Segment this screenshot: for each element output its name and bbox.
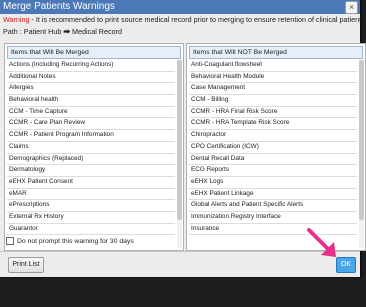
merged-items-list: Actions (Including Recurring Actions) Add…	[7, 60, 175, 236]
list-item: eEHX Patient Consent	[7, 177, 175, 189]
list-item: CCM - Time Capture	[7, 107, 175, 119]
list-item: Chiropractor	[189, 130, 357, 142]
arrow-pointer-icon	[307, 228, 336, 257]
list-item: ePrescriptions	[7, 200, 175, 212]
list-item: Immunization Registry Interface	[189, 212, 357, 224]
list-item: CCMR - HRA Final Risk Score	[189, 107, 357, 119]
merged-items-scrollbar[interactable]	[177, 60, 182, 248]
list-item: Behavioral health	[7, 95, 175, 107]
list-item: Global Alerts and Patient Specific Alert…	[189, 200, 357, 212]
list-item: Anti-Coagulant flowsheet	[189, 60, 357, 72]
scrollbar-thumb[interactable]	[359, 60, 364, 220]
list-item: CCM - Billing	[189, 95, 357, 107]
path-prefix: Path : Patient Hub	[3, 27, 64, 36]
list-item: Demographics (Replaced)	[7, 154, 175, 166]
not-merged-items-panel: Items that Will NOT Be Merged Anti-Coagu…	[186, 43, 366, 251]
list-item: Case Management	[189, 83, 357, 96]
list-item: Dental Recall Data	[189, 154, 357, 166]
list-item: eMAR	[7, 189, 175, 201]
scrollbar-thumb[interactable]	[177, 60, 182, 220]
path-target: Medical Record	[70, 27, 122, 36]
dialog-titlebar: Merge Patients Warnings ×	[0, 0, 360, 14]
warning-label: Warning	[3, 15, 30, 24]
do-not-prompt-checkbox[interactable]	[6, 237, 14, 245]
close-icon[interactable]: ×	[345, 1, 358, 14]
list-item: CPO Certification (ICW)	[189, 142, 357, 154]
list-item: ECG Reports	[189, 165, 357, 177]
merged-items-header: Items that Will Be Merged	[7, 46, 181, 59]
not-merged-items-list: Anti-Coagulant flowsheet Behavioral Healt…	[189, 60, 357, 236]
dialog-title: Merge Patients Warnings	[3, 1, 115, 12]
list-item: Dermatology	[7, 165, 175, 177]
list-item: Additional Notes	[7, 72, 175, 84]
do-not-prompt-label[interactable]: Do not prompt this warning for 30 days	[17, 238, 134, 245]
list-item: eEHX Logs	[189, 177, 357, 189]
warning-message: Warning - It is recommended to print sou…	[3, 15, 366, 24]
list-item: CCMR - HRA Template Risk Score	[189, 118, 357, 131]
not-merged-items-scrollbar[interactable]	[359, 60, 364, 248]
list-item: External Rx History	[7, 212, 175, 224]
merged-items-panel: Items that Will Be Merged Actions (Inclu…	[4, 43, 184, 251]
list-item: Claims	[7, 142, 175, 154]
warning-text: - It is recommended to print source medi…	[29, 15, 366, 24]
list-item: Actions (Including Recurring Actions)	[7, 60, 175, 72]
list-item: CCMR - Patient Program Information	[7, 130, 175, 142]
do-not-prompt-option[interactable]: Do not prompt this warning for 30 days	[6, 236, 134, 246]
path-breadcrumb: Path : Patient Hub ➡ Medical Record	[3, 27, 122, 36]
list-item: Allergies	[7, 83, 175, 96]
not-merged-items-header: Items that Will NOT Be Merged	[189, 46, 363, 59]
list-item: eEHX Patient Linkage	[189, 189, 357, 201]
list-item: Guarantor	[7, 224, 175, 236]
list-item: Behavioral Health Module	[189, 72, 357, 84]
print-list-button[interactable]: Print List	[8, 257, 44, 273]
list-item: CCMR - Care Plan Review	[7, 118, 175, 131]
